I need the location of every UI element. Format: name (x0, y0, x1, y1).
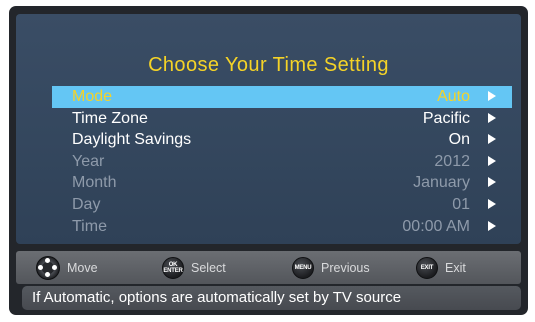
setting-row-year: Year 2012 (52, 151, 512, 173)
hint-select: OK ENTER Select (162, 251, 226, 284)
time-setting-menu: Choose Your Time Setting Mode Auto Time … (16, 14, 521, 244)
hint-exit: EXIT Exit (416, 251, 466, 284)
arrow-right-icon (488, 198, 496, 209)
hint-previous-label: Previous (321, 260, 370, 275)
tv-screen: Choose Your Time Setting Mode Auto Time … (0, 0, 535, 322)
arrow-right-icon (488, 177, 496, 188)
arrow-right-icon (488, 112, 496, 123)
setting-value: Pacific (422, 109, 470, 127)
setting-label: Mode (72, 88, 113, 105)
setting-value: 00:00 AM (402, 217, 470, 235)
menu-title: Choose Your Time Setting (148, 54, 389, 76)
setting-row-month: Month January (52, 172, 512, 194)
setting-row-time: Time 00:00 AM (52, 216, 512, 238)
dpad-icon (36, 255, 60, 280)
setting-value: 01 (452, 195, 470, 213)
hint-move-label: Move (67, 260, 98, 275)
arrow-right-icon (488, 220, 496, 231)
setting-value: 2012 (434, 152, 470, 170)
setting-value: Auto (437, 88, 470, 105)
hint-select-label: Select (191, 260, 226, 275)
setting-row-day: Day 01 (52, 194, 512, 216)
setting-value: January (413, 174, 470, 192)
setting-label: Daylight Savings (72, 131, 192, 149)
setting-label: Time (72, 217, 107, 235)
exit-key-icon: EXIT (416, 256, 438, 279)
help-message: If Automatic, options are automatically … (22, 286, 521, 310)
arrow-right-icon (488, 134, 496, 145)
hint-exit-label: Exit (445, 260, 466, 275)
setting-value: On (448, 131, 470, 149)
setting-label: Time Zone (72, 109, 148, 127)
arrow-right-icon (488, 155, 496, 166)
remote-key-hints: Move OK ENTER Select MENU Previous EXIT … (16, 251, 521, 284)
setting-row-mode[interactable]: Mode Auto (52, 86, 512, 108)
setting-label: Month (72, 174, 117, 192)
setting-row-time-zone[interactable]: Time Zone Pacific (52, 108, 512, 130)
hint-previous: MENU Previous (292, 251, 370, 284)
menu-key-icon: MENU (292, 256, 314, 279)
hint-move: Move (36, 251, 98, 284)
setting-label: Year (72, 152, 105, 170)
settings-list: Mode Auto Time Zone Pacific Daylight Sav… (52, 86, 512, 237)
setting-label: Day (72, 195, 101, 213)
arrow-right-icon (488, 91, 496, 101)
ok-enter-icon: OK ENTER (162, 256, 184, 279)
setting-row-daylight-savings[interactable]: Daylight Savings On (52, 129, 512, 151)
